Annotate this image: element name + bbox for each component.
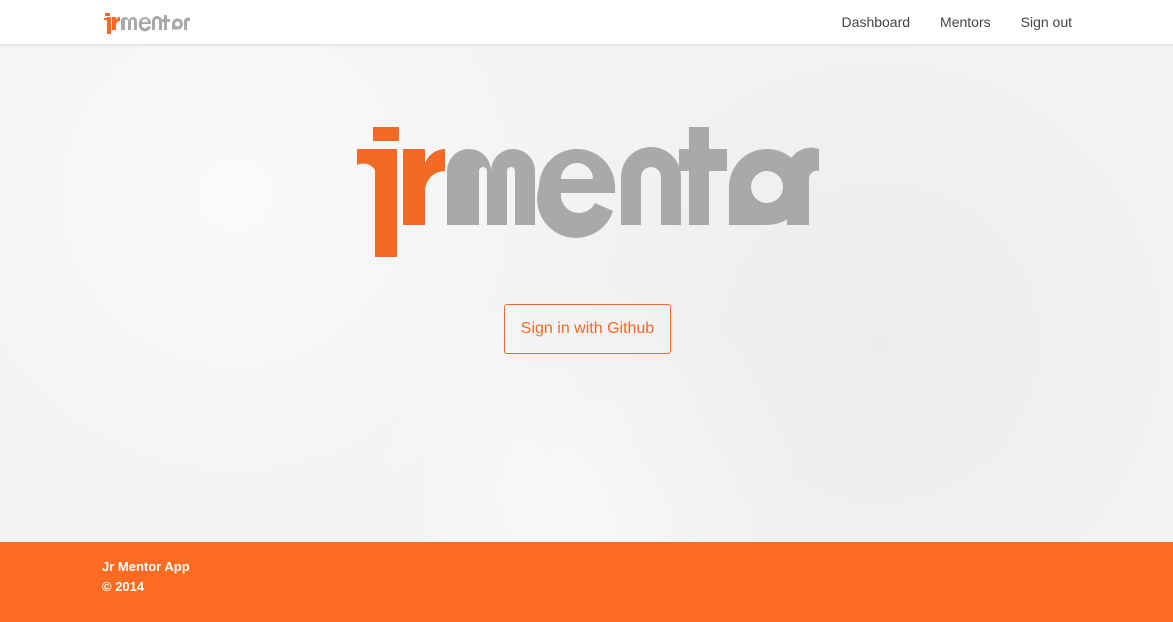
nav-menu: Dashboard Mentors Sign out <box>842 0 1072 44</box>
nav-link-dashboard[interactable]: Dashboard <box>842 14 911 30</box>
nav-link-sign-out[interactable]: Sign out <box>1021 14 1072 30</box>
footer-app-name: Jr Mentor App <box>102 559 190 574</box>
nav-link-mentors[interactable]: Mentors <box>940 14 991 30</box>
brand-logo[interactable] <box>101 8 193 36</box>
hero-logo <box>357 127 819 257</box>
footer-copyright: © 2014 <box>102 579 145 594</box>
footer: Jr Mentor App © 2014 <box>0 542 1173 622</box>
main-content: Sign in with Github <box>0 45 1173 542</box>
top-navbar: Dashboard Mentors Sign out <box>0 0 1173 45</box>
sign-in-with-github-button[interactable]: Sign in with Github <box>504 304 671 354</box>
